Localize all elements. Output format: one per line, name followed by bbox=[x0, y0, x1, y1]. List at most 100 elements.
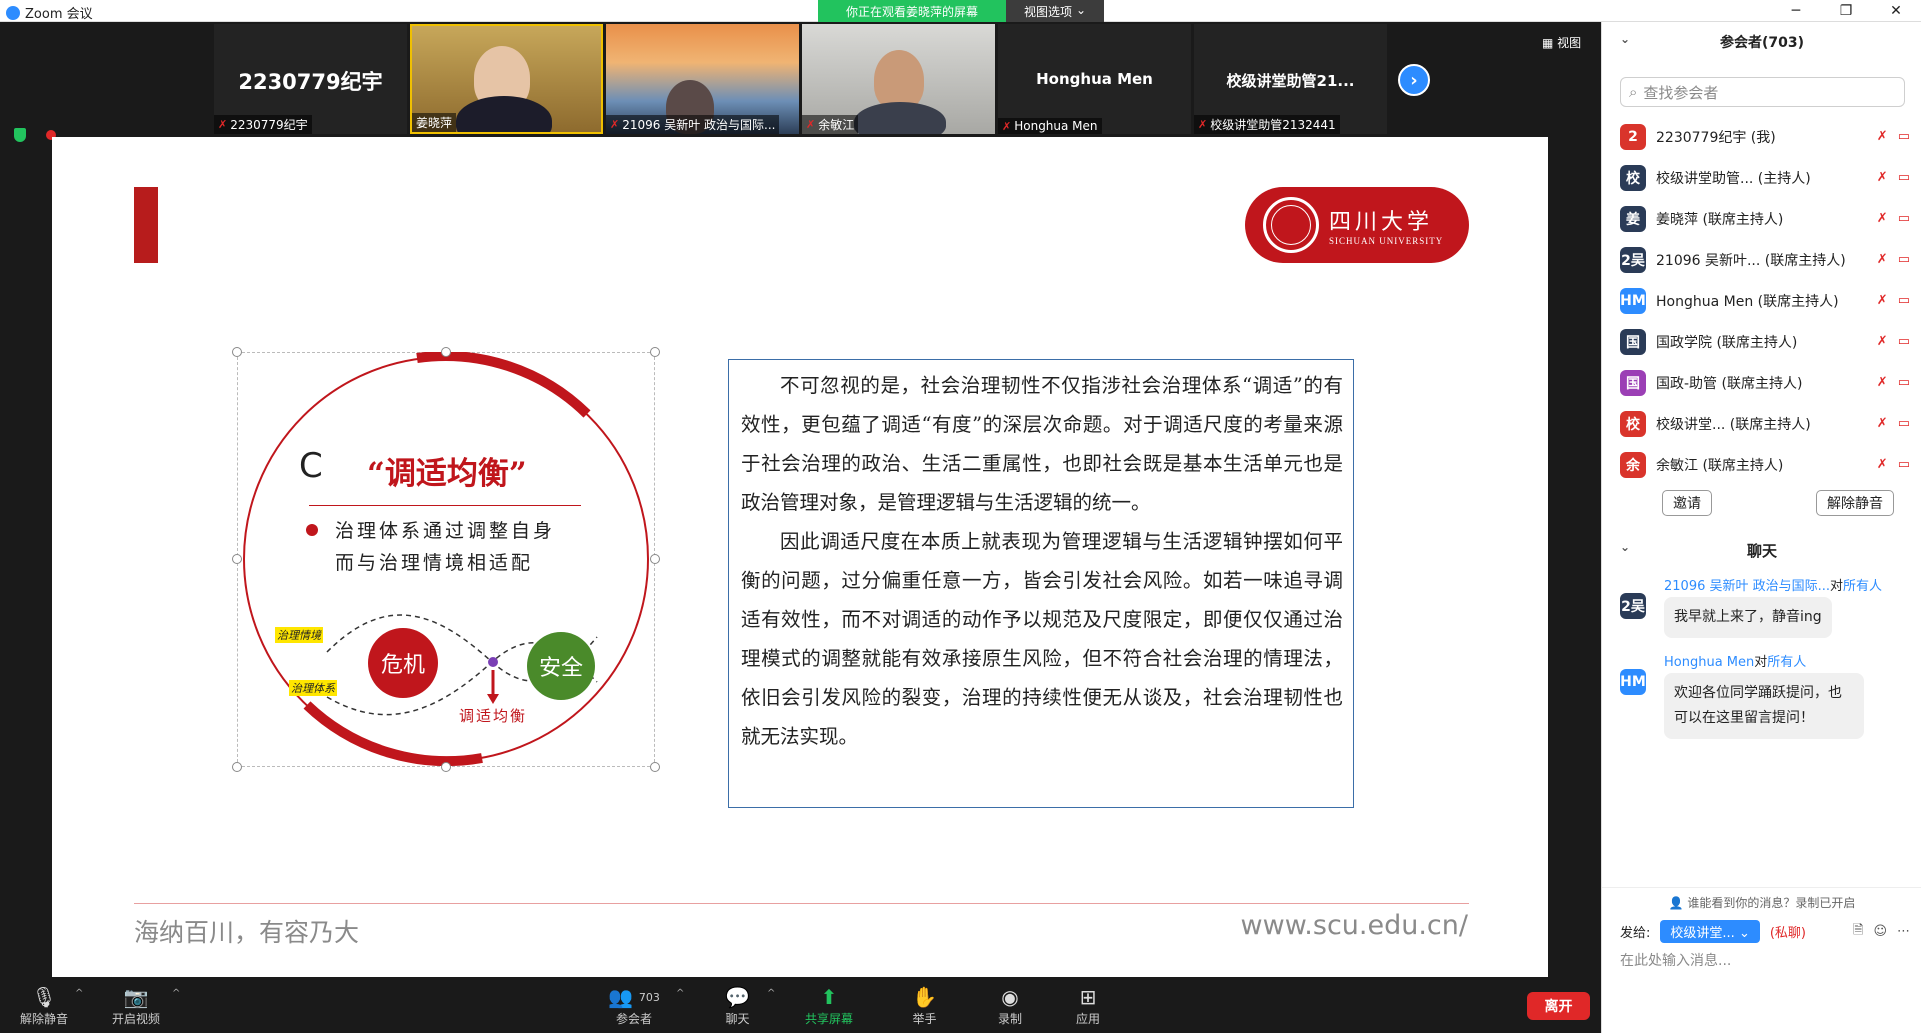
video-tile[interactable]: 2230779纪宇 ✗ 2230779纪宇 bbox=[214, 24, 407, 134]
unmute-all-button[interactable]: 解除静音 bbox=[1816, 490, 1894, 516]
audio-options-caret-icon[interactable]: ^ bbox=[75, 988, 83, 999]
safe-circle: 安全 bbox=[527, 632, 595, 700]
chat-header: ⌄ 聊天 bbox=[1602, 540, 1921, 561]
resize-handle[interactable] bbox=[441, 762, 451, 772]
university-logo: 四川大学 SICHUAN UNIVERSITY bbox=[1245, 187, 1469, 263]
video-strip: 2230779纪宇 ✗ 2230779纪宇 姜晓萍 ✗ 21096 吴新叶 政治与国… bbox=[214, 24, 1387, 134]
chat-title: 聊天 bbox=[1746, 542, 1777, 560]
view-options-button[interactable]: 视图选项 ⌄ bbox=[1006, 0, 1105, 22]
send-to-row: 发给: 校级讲堂... ⌄ (私聊) 🗎 ☺ ⋯ bbox=[1620, 920, 1910, 943]
send-to-label: 发给: bbox=[1620, 926, 1651, 941]
mic-muted-icon: ✗ bbox=[1876, 211, 1888, 226]
resize-handle[interactable] bbox=[441, 347, 451, 357]
camera-off-icon: ▭ bbox=[1897, 293, 1910, 308]
participant-status-icons: ✗ ▭ bbox=[1877, 334, 1910, 349]
invite-button[interactable]: 邀请 bbox=[1662, 490, 1712, 516]
emoji-icon[interactable]: ☺ bbox=[1873, 924, 1887, 939]
message-sender: Honghua Men对所有人 bbox=[1664, 655, 1807, 670]
participant-status-icons: ✗ ▭ bbox=[1877, 211, 1910, 226]
participant-row[interactable]: 余余敏江 (联席主持人) ✗ ▭ bbox=[1620, 444, 1910, 485]
video-tile[interactable]: ✗ 余敏江 bbox=[802, 24, 995, 134]
tile-label: ✗ 校级讲堂助管2132441 bbox=[1194, 115, 1340, 134]
avatar: 余 bbox=[1620, 451, 1646, 478]
chat-message-input[interactable]: 在此处输入消息... bbox=[1620, 950, 1731, 970]
camera-off-icon: ▭ bbox=[1897, 375, 1910, 390]
people-icon: 👥 bbox=[608, 985, 633, 1009]
resize-handle[interactable] bbox=[232, 762, 242, 772]
start-video-button[interactable]: 📷 开启视频 bbox=[112, 984, 160, 1027]
record-button[interactable]: ◉ 录制 bbox=[998, 984, 1022, 1027]
slide-paragraph: 因此调适尺度在本质上就表现为管理逻辑与生活逻辑钟摆如何平衡的问题，过分偏重任意一… bbox=[741, 530, 1343, 748]
mic-off-icon: 🎙 bbox=[31, 985, 57, 1009]
footer-rule bbox=[134, 903, 1469, 904]
collapse-chevron-icon[interactable]: ⌄ bbox=[1620, 32, 1630, 46]
participant-row[interactable]: 2吴 21096 吴新叶... (联席主持人) ✗ ▭ bbox=[1620, 239, 1910, 280]
unmute-button[interactable]: 🎙 解除静音 bbox=[20, 984, 68, 1027]
mic-muted-icon: ✗ bbox=[218, 118, 228, 131]
participant-row[interactable]: 校校级讲堂助管... (主持人) ✗ ▭ bbox=[1620, 157, 1910, 198]
tile-label: ✗ 21096 吴新叶 政治与国际... bbox=[606, 115, 780, 134]
chat-button[interactable]: 💬 聊天 bbox=[725, 984, 750, 1027]
participant-row[interactable]: 国国政学院 (联席主持人) ✗ ▭ bbox=[1620, 321, 1910, 362]
participant-row[interactable]: 国国政-助管 (联席主持人) ✗ ▭ bbox=[1620, 362, 1910, 403]
participant-row[interactable]: 2 2230779纪宇 (我) ✗ ▭ bbox=[1620, 116, 1910, 157]
collapse-chevron-icon[interactable]: ⌄ bbox=[1620, 540, 1630, 554]
slide-url: www.scu.edu.cn/ bbox=[1240, 910, 1468, 941]
tile-label: ✗ 2230779纪宇 bbox=[214, 115, 312, 134]
resize-handle[interactable] bbox=[650, 762, 660, 772]
window-title-text: Zoom 会议 bbox=[25, 7, 93, 22]
participant-status-icons: ✗ ▭ bbox=[1877, 416, 1910, 431]
video-tile[interactable]: Honghua Men ✗ Honghua Men bbox=[998, 24, 1191, 134]
search-placeholder: 查找参会者 bbox=[1643, 83, 1719, 102]
grid-icon: ▦ bbox=[1542, 36, 1554, 50]
slide-text-box: 不可忽视的是，社会治理韧性不仅指涉社会治理体系“调适”的有效性，更包蕴了调适“有… bbox=[728, 359, 1354, 808]
mic-muted-icon: ✗ bbox=[1198, 118, 1208, 131]
participants-count: 703 bbox=[638, 990, 660, 1004]
view-button[interactable]: ▦ 视图 bbox=[1542, 34, 1581, 51]
more-icon[interactable]: ⋯ bbox=[1897, 924, 1910, 939]
resize-handle[interactable] bbox=[232, 554, 242, 564]
video-tile[interactable]: 校级讲堂助管21... ✗ 校级讲堂助管2132441 bbox=[1194, 24, 1387, 134]
send-to-select[interactable]: 校级讲堂... ⌄ bbox=[1660, 920, 1760, 943]
camera-off-icon: ▭ bbox=[1897, 457, 1910, 472]
participant-video-body bbox=[854, 102, 946, 134]
chat-caret-icon[interactable]: ^ bbox=[767, 988, 775, 999]
participant-status-icons: ✗ ▭ bbox=[1877, 170, 1910, 185]
resize-handle[interactable] bbox=[650, 347, 660, 357]
minimize-icon[interactable]: ─ bbox=[1771, 0, 1821, 22]
raise-hand-button[interactable]: ✋ 举手 bbox=[912, 984, 937, 1027]
camera-off-icon: 📷 bbox=[123, 985, 149, 1009]
participant-status-icons: ✗ ▭ bbox=[1877, 375, 1910, 390]
apps-button[interactable]: ⊞ 应用 bbox=[1076, 984, 1100, 1027]
file-icon[interactable]: 🗎 bbox=[1853, 921, 1863, 943]
tile-display-name: 2230779纪宇 bbox=[238, 70, 383, 94]
participant-row[interactable]: HM Honghua Men (联席主持人) ✗ ▭ bbox=[1620, 280, 1910, 321]
video-options-caret-icon[interactable]: ^ bbox=[172, 988, 180, 999]
chat-message: HM Honghua Men对所有人 欢迎各位同学踊跃提问，也可以在这里留言提问… bbox=[1620, 651, 1910, 741]
camera-off-icon: ▭ bbox=[1897, 170, 1910, 185]
security-shield-icon[interactable] bbox=[14, 128, 26, 142]
chevron-down-icon: ⌄ bbox=[1738, 926, 1750, 941]
participants-button[interactable]: 👥 703 参会者 bbox=[608, 984, 660, 1027]
video-tile[interactable]: ✗ 21096 吴新叶 政治与国际... bbox=[606, 24, 799, 134]
participant-name: 21096 吴新叶... (联席主持人) bbox=[1656, 252, 1846, 269]
camera-off-icon: ▭ bbox=[1897, 129, 1910, 144]
share-screen-button[interactable]: ⬆ 共享屏幕 bbox=[805, 984, 853, 1027]
participant-search-input[interactable]: ⌕ 查找参会者 bbox=[1620, 77, 1905, 107]
maximize-icon[interactable]: ❐ bbox=[1821, 0, 1871, 22]
avatar: HM bbox=[1620, 669, 1646, 695]
participant-row[interactable]: 校校级讲堂... (联席主持人) ✗ ▭ bbox=[1620, 403, 1910, 444]
adjust-balance-diagram: C “调适均衡” 治理体系通过调整自身 而与治理情境相适配 治理情境 治理体系 … bbox=[232, 347, 660, 772]
mic-muted-icon: ✗ bbox=[1876, 457, 1888, 472]
participant-name: 国政-助管 (联席主持人) bbox=[1656, 375, 1803, 392]
resize-handle[interactable] bbox=[232, 347, 242, 357]
participants-caret-icon[interactable]: ^ bbox=[676, 988, 684, 999]
close-icon[interactable]: ✕ bbox=[1871, 0, 1921, 22]
resize-handle[interactable] bbox=[650, 554, 660, 564]
leave-button[interactable]: 离开 bbox=[1527, 992, 1590, 1020]
avatar: 国 bbox=[1620, 328, 1646, 355]
participant-row[interactable]: 姜姜晓萍 (联席主持人) ✗ ▭ bbox=[1620, 198, 1910, 239]
chat-visibility-link[interactable]: 👤 谁能看到你的消息？录制已开启 bbox=[1602, 887, 1921, 911]
next-page-button[interactable]: › bbox=[1398, 64, 1430, 96]
video-tile[interactable]: 姜晓萍 bbox=[410, 24, 603, 134]
